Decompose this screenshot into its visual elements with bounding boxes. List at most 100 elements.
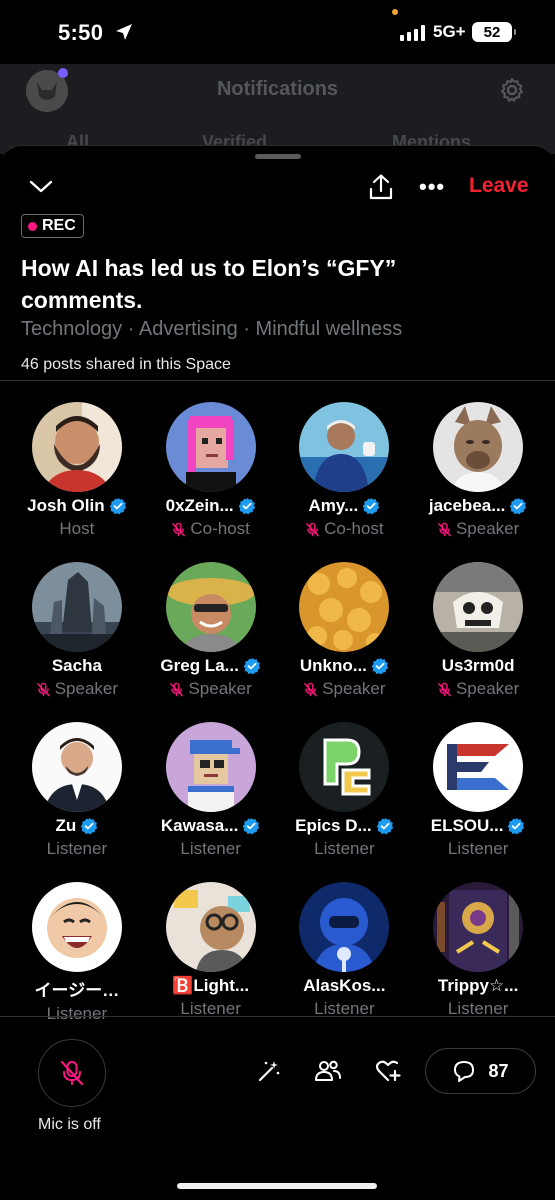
home-indicator[interactable] (177, 1183, 377, 1189)
status-bar: 5:50 5G+ 52 (0, 0, 555, 64)
background-title: Notifications (216, 78, 339, 100)
participant-card[interactable]: Zu Listener (10, 718, 144, 868)
participant-name: Sacha (51, 656, 102, 675)
participant-role-row: Host (59, 519, 94, 539)
participant-avatar[interactable] (433, 882, 524, 972)
participant-card[interactable]: Josh Olin Host (10, 398, 144, 548)
magic-wand-icon[interactable] (256, 1058, 282, 1084)
participant-role-row: Listener (180, 839, 240, 859)
participant-avatar[interactable] (165, 882, 256, 972)
participant-avatar[interactable] (31, 882, 122, 972)
participant-card[interactable]: ELSOU... Listener (411, 718, 545, 868)
participant-card[interactable]: Epics D... Listener (278, 718, 412, 868)
participant-avatar[interactable] (165, 562, 256, 652)
verified-badge-icon (81, 817, 98, 835)
participant-avatar[interactable] (433, 562, 524, 652)
participant-role-row: Speaker (303, 679, 386, 699)
participant-name: Epics D... (295, 816, 372, 835)
participant-name-row: Amy... (308, 496, 380, 516)
participant-role: Speaker (188, 679, 252, 698)
background-avatar-badge (58, 68, 68, 78)
participant-name: Unkno... (299, 656, 367, 675)
participant-avatar[interactable] (165, 402, 256, 492)
participant-name-row: Sacha (52, 656, 102, 676)
verified-badge-icon (243, 657, 261, 675)
participant-avatar[interactable] (31, 722, 122, 812)
signal-icon (400, 25, 425, 41)
participant-name: Zu (55, 816, 77, 835)
participant-card[interactable]: Amy... Co-host (278, 398, 412, 548)
verified-badge-icon (371, 657, 389, 675)
participant-card[interactable]: AlasKos... Listener (278, 878, 412, 1028)
mic-muted-icon (304, 682, 318, 696)
leave-button[interactable]: Leave (469, 174, 529, 198)
participant-name: 🅱️Light... (172, 976, 250, 995)
comments-button[interactable]: 87 (425, 1048, 536, 1094)
participant-card[interactable]: Unkno... Speaker (278, 558, 412, 708)
participant-name: Us3rm0d (441, 656, 515, 675)
mic-status-label: Mic is off (38, 1116, 101, 1133)
network-type: 5G+ (433, 22, 466, 41)
participant-avatar[interactable] (31, 562, 122, 652)
privacy-indicator (392, 9, 398, 15)
participant-role: Listener (314, 839, 375, 858)
participant-name-row: 0xZein... (166, 496, 256, 516)
participant-role: Speaker (322, 679, 386, 698)
participants-grid: Josh Olin Host 0xZein... Co-host Amy... Co-ho… (10, 398, 545, 1028)
verified-badge-icon (362, 497, 380, 515)
participant-card[interactable]: イージー… Listener (10, 878, 144, 1028)
participant-avatar[interactable] (165, 722, 256, 812)
chevron-down-icon[interactable] (28, 178, 54, 196)
participant-name-row: Zu (55, 816, 98, 836)
participant-role: Co-host (324, 519, 384, 538)
comment-icon (454, 1061, 475, 1082)
location-arrow-icon (116, 24, 132, 40)
battery-icon: 52 (472, 22, 516, 42)
participant-card[interactable]: Greg La... Speaker (144, 558, 278, 708)
participant-card[interactable]: jacebea... Speaker (411, 398, 545, 548)
heart-plus-icon[interactable] (374, 1058, 402, 1084)
participant-card[interactable]: 0xZein... Co-host (144, 398, 278, 548)
participant-role: Speaker (455, 519, 520, 538)
participant-name: ELSOU... (430, 816, 504, 835)
mic-muted-icon (170, 682, 184, 696)
participant-card[interactable]: Trippy☆... Listener (411, 878, 545, 1028)
participant-name: Kawasa... (160, 816, 239, 835)
participant-card[interactable]: Kawasa... Listener (144, 718, 278, 868)
participant-card[interactable]: 🅱️Light... Listener (144, 878, 278, 1028)
participant-avatar[interactable] (299, 722, 390, 812)
participant-name-row: Epics D... (295, 816, 394, 836)
participant-role: Listener (180, 839, 241, 858)
participant-avatar[interactable] (299, 882, 390, 972)
people-icon[interactable] (314, 1058, 342, 1084)
more-icon[interactable]: ••• (419, 174, 445, 200)
participant-role-row: Co-host (305, 519, 384, 539)
divider (0, 380, 555, 381)
participant-avatar[interactable] (299, 562, 390, 652)
verified-badge-icon (243, 817, 260, 835)
participant-name: Amy... (308, 496, 359, 515)
participant-avatar[interactable] (433, 722, 524, 812)
participant-avatar[interactable] (433, 402, 524, 492)
mic-muted-icon (438, 522, 451, 536)
participant-avatar[interactable] (299, 402, 390, 492)
participant-name-row: Unkno... (300, 656, 389, 676)
participant-name-row: Greg La... (160, 656, 261, 676)
participant-role: Host (59, 519, 95, 538)
mic-muted-icon (306, 522, 319, 536)
mic-toggle-button[interactable] (38, 1039, 106, 1107)
participant-role: Speaker (455, 679, 520, 698)
participant-role: Listener (46, 1004, 108, 1023)
participant-name-row: 🅱️Light... (172, 976, 249, 996)
status-time: 5:50 (58, 20, 104, 45)
participant-card[interactable]: Us3rm0d Speaker (411, 558, 545, 708)
participant-role-row: Listener (47, 1004, 107, 1024)
participant-name: イージー… (34, 981, 120, 1000)
sheet-grabber[interactable] (255, 154, 301, 159)
participant-card[interactable]: Sacha Speaker (10, 558, 144, 708)
participant-name: AlasKos... (303, 976, 386, 995)
participant-avatar[interactable] (31, 402, 122, 492)
share-icon[interactable] (368, 173, 394, 201)
posts-shared-link[interactable]: 46 posts shared in this Space (21, 356, 231, 374)
verified-badge-icon (109, 497, 126, 515)
